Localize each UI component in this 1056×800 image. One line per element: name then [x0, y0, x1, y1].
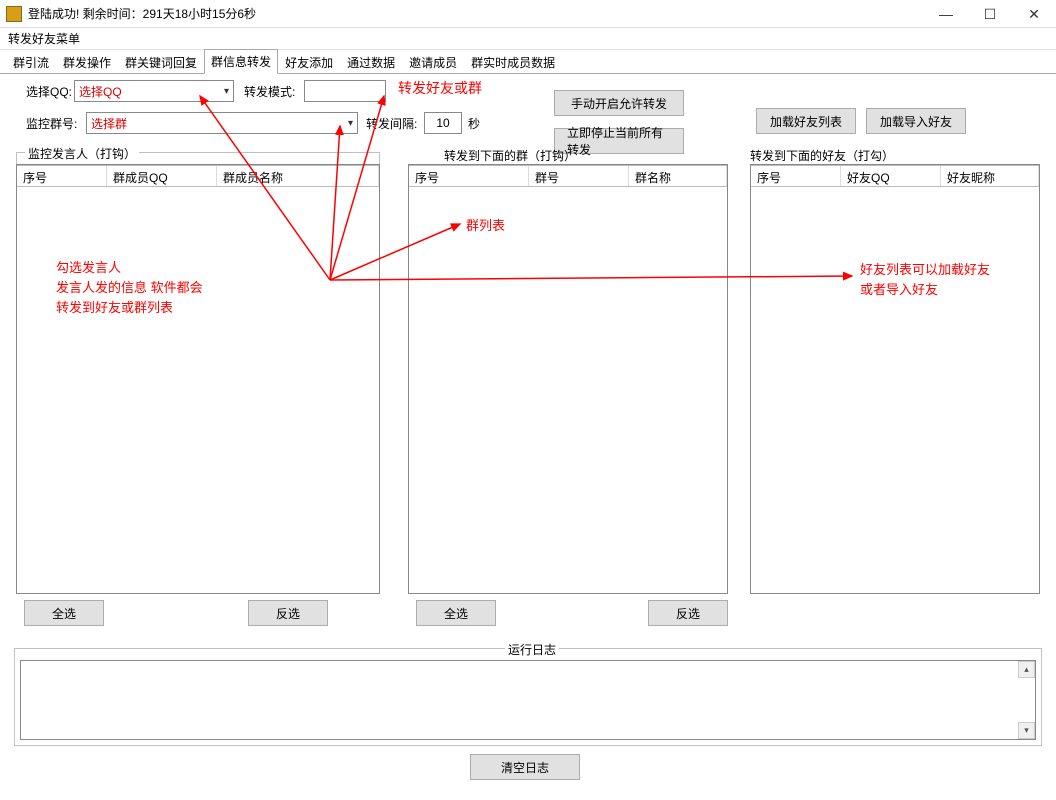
panel1-select-all-button[interactable]: 全选	[24, 600, 104, 626]
interval-label: 转发间隔:	[366, 115, 417, 132]
manual-start-button[interactable]: 手动开启允许转发	[554, 90, 684, 116]
load-import-button[interactable]: 加载导入好友	[866, 108, 966, 134]
menubar: 转发好友菜单	[0, 28, 1056, 50]
col-member-name: 群成员名称	[217, 166, 379, 186]
tab-add-friend[interactable]: 好友添加	[278, 50, 340, 74]
scroll-up-icon[interactable]: ▴	[1018, 661, 1035, 678]
tabs: 群引流 群发操作 群关键词回复 群信息转发 好友添加 通过数据 邀请成员 群实时…	[0, 50, 1056, 74]
list-header: 序号 群号 群名称	[409, 165, 727, 187]
interval-input[interactable]: 10	[424, 112, 462, 134]
log-legend: 运行日志	[505, 641, 559, 658]
forward-mode-input[interactable]	[304, 80, 386, 102]
forward-mode-label: 转发模式:	[244, 83, 295, 100]
list-body	[409, 187, 727, 593]
chevron-down-icon: ▾	[348, 118, 353, 129]
col-index: 序号	[409, 166, 529, 186]
monitor-group-combo[interactable]: 选择群 ▾	[86, 112, 358, 134]
monitor-group-label: 监控群号:	[26, 115, 77, 132]
monitor-speakers-legend: 监控发言人（打钩）	[25, 145, 139, 162]
monitor-speakers-list[interactable]: 序号 群成员QQ 群成员名称	[16, 164, 380, 594]
col-member-qq: 群成员QQ	[107, 166, 217, 186]
seconds-label: 秒	[468, 115, 480, 132]
list-body	[751, 187, 1039, 593]
menu-forward-friends[interactable]: 转发好友菜单	[8, 30, 80, 47]
col-index: 序号	[751, 166, 841, 186]
app-icon	[6, 6, 22, 22]
minimize-button[interactable]: —	[924, 0, 968, 28]
tab-group-drainage[interactable]: 群引流	[6, 50, 56, 74]
window-title: 登陆成功! 剩余时间：291天18小时15分6秒	[28, 5, 256, 22]
list-header: 序号 好友QQ 好友昵称	[751, 165, 1039, 187]
monitor-group-value: 选择群	[91, 115, 127, 132]
col-group-id: 群号	[529, 166, 629, 186]
col-group-name: 群名称	[629, 166, 727, 186]
select-qq-value: 选择QQ	[79, 83, 122, 100]
maximize-button[interactable]: ☐	[968, 0, 1012, 28]
load-friends-button[interactable]: 加载好友列表	[756, 108, 856, 134]
tab-realtime-member[interactable]: 群实时成员数据	[464, 50, 562, 74]
tab-invite-member[interactable]: 邀请成员	[402, 50, 464, 74]
panel1-invert-button[interactable]: 反选	[248, 600, 328, 626]
forward-friends-list[interactable]: 序号 好友QQ 好友昵称	[750, 164, 1040, 594]
panel2-invert-button[interactable]: 反选	[648, 600, 728, 626]
close-button[interactable]: ✕	[1012, 0, 1056, 28]
col-index: 序号	[17, 166, 107, 186]
col-friend-nick: 好友昵称	[941, 166, 1039, 186]
forward-groups-list[interactable]: 序号 群号 群名称	[408, 164, 728, 594]
tab-group-info-forward[interactable]: 群信息转发	[204, 49, 278, 74]
panel2-select-all-button[interactable]: 全选	[416, 600, 496, 626]
tab-pass-data[interactable]: 通过数据	[340, 50, 402, 74]
log-textarea[interactable]: ▴ ▾	[20, 660, 1036, 740]
scroll-down-icon[interactable]: ▾	[1018, 722, 1035, 739]
window-controls: — ☐ ✕	[924, 0, 1056, 28]
titlebar: 登陆成功! 剩余时间：291天18小时15分6秒 — ☐ ✕	[0, 0, 1056, 28]
clear-log-button[interactable]: 清空日志	[470, 754, 580, 780]
tab-group-send[interactable]: 群发操作	[56, 50, 118, 74]
select-qq-label: 选择QQ:	[26, 83, 72, 100]
select-qq-combo[interactable]: 选择QQ ▾	[74, 80, 234, 102]
forward-friends-legend: 转发到下面的好友（打勾）	[750, 147, 894, 164]
tab-keyword-reply[interactable]: 群关键词回复	[118, 50, 204, 74]
list-header: 序号 群成员QQ 群成员名称	[17, 165, 379, 187]
annotation-forward-target: 转发好友或群	[398, 78, 482, 99]
list-body	[17, 187, 379, 593]
chevron-down-icon: ▾	[224, 86, 229, 97]
interval-value: 10	[436, 116, 449, 130]
col-friend-qq: 好友QQ	[841, 166, 941, 186]
forward-groups-legend: 转发到下面的群（打钩）	[444, 147, 576, 164]
